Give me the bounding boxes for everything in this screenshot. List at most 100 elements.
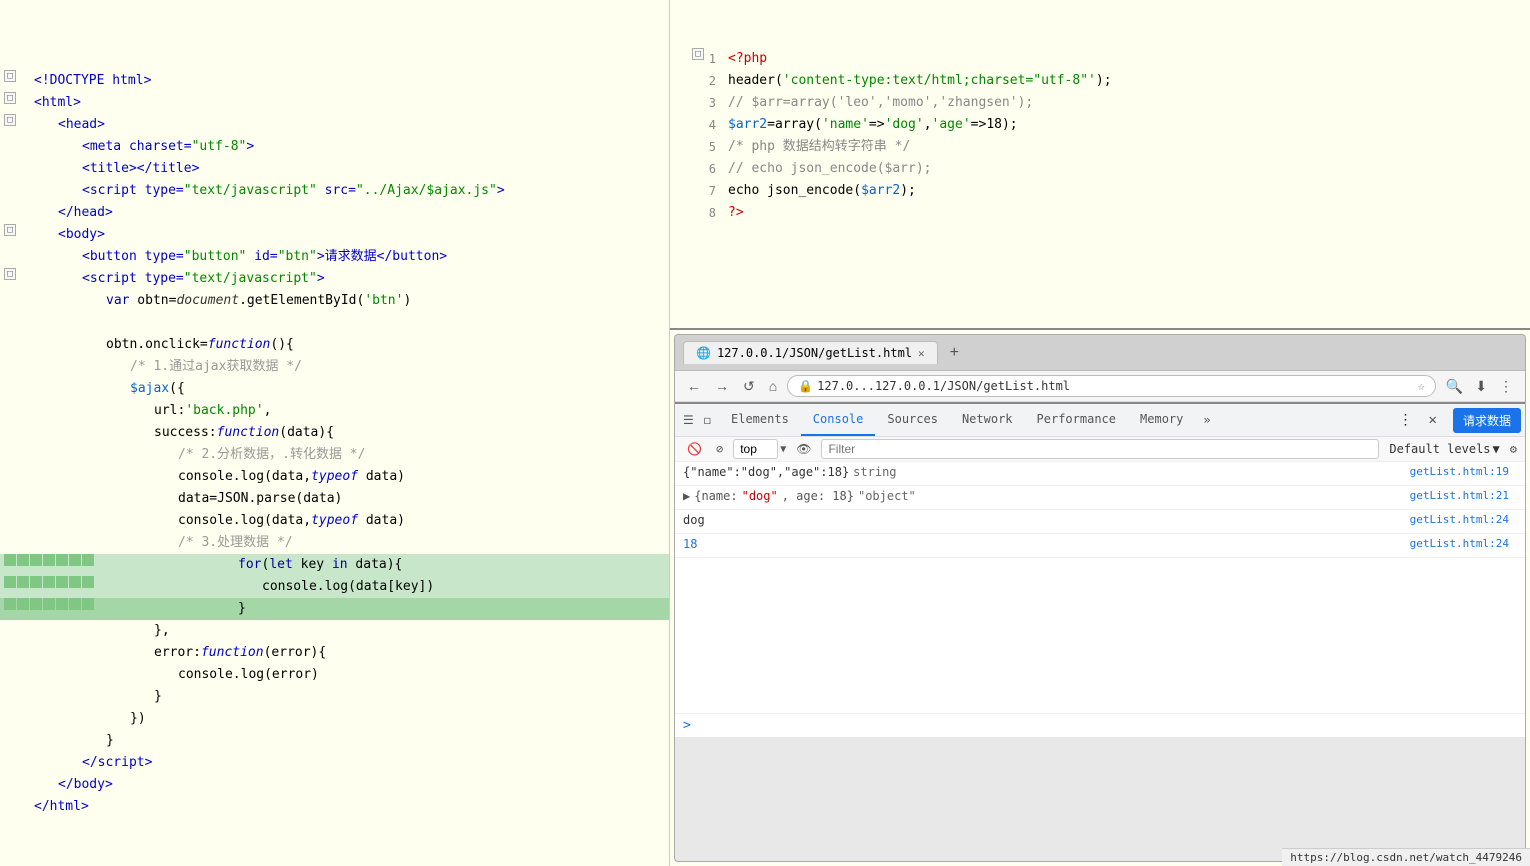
forward-button[interactable]: →	[711, 376, 733, 396]
filter-input[interactable]	[821, 439, 1379, 459]
no-entry-icon[interactable]: ⊘	[712, 440, 727, 458]
html-code-editor: □<!DOCTYPE html>□<html>□<head><meta char…	[0, 0, 669, 822]
console-message: dog	[683, 513, 1410, 527]
line-content: </html>	[34, 796, 665, 818]
tab-performance[interactable]: Performance	[1025, 404, 1128, 436]
line-number: 7	[704, 180, 724, 202]
devtools-more-button[interactable]: »	[1195, 409, 1218, 431]
php-line-content: /* php 数据结构转字符串 */	[724, 136, 1526, 158]
line-number: 6	[704, 158, 724, 180]
back-button[interactable]: ←	[683, 376, 705, 396]
line-gutter	[4, 554, 94, 566]
tab-console[interactable]: Console	[801, 404, 876, 436]
reload-button[interactable]: ↺	[739, 376, 759, 397]
line-gutter: □	[4, 70, 34, 82]
line-content: </head>	[34, 202, 665, 224]
fold-icon[interactable]: □	[4, 114, 16, 126]
settings-button[interactable]: ⋮	[1495, 376, 1517, 397]
tab-network[interactable]: Network	[950, 404, 1025, 436]
php-line-content: echo json_encode($arr2);	[724, 180, 1526, 202]
devtools-panel: ☰ ◻ Elements Console Sources Network Per…	[675, 402, 1525, 737]
console-row: ▶ {name: "dog", age: 18} "object"getList…	[675, 486, 1525, 510]
browser-window: 🌐 127.0.0.1/JSON/getList.html ✕ + ← → ↺ …	[674, 334, 1526, 862]
devtools-close-button[interactable]: ✕	[1421, 408, 1445, 432]
devtools-menu-icon[interactable]: ⋮	[1395, 408, 1417, 432]
request-data-button[interactable]: 请求数据	[1453, 408, 1521, 433]
line-gutter: □	[4, 92, 34, 104]
line-gutter	[4, 598, 94, 610]
fold-icon[interactable]: □	[4, 268, 16, 280]
php-fold-icon[interactable]: □	[692, 48, 704, 60]
toolbar-icons: 🔍 ⬇ ⋮	[1442, 376, 1517, 397]
console-source-link[interactable]: getList.html:19	[1410, 465, 1517, 478]
line-content: var obtn=document.getElementById('btn')	[34, 290, 665, 312]
home-button[interactable]: ⌂	[765, 376, 781, 396]
line-number: 3	[704, 92, 724, 114]
line-gutter: □	[4, 114, 34, 126]
console-prompt: >	[675, 713, 1525, 737]
device-icon[interactable]: ◻	[700, 409, 715, 431]
line-content: <meta charset="utf-8">	[34, 136, 665, 158]
line-content: console.log(data,typeof data)	[34, 466, 665, 488]
inspect-icon[interactable]: ☰	[679, 409, 698, 431]
search-button[interactable]: 🔍	[1442, 376, 1467, 397]
devtools-actions: ⋮ ✕ 请求数据	[1395, 408, 1521, 433]
line-content: </script>	[34, 752, 665, 774]
tab-title: 127.0.0.1/JSON/getList.html	[717, 346, 912, 360]
tab-close-btn[interactable]: ✕	[918, 347, 925, 360]
tab-memory[interactable]: Memory	[1128, 404, 1195, 436]
line-number: 5	[704, 136, 724, 158]
tab-sources[interactable]: Sources	[875, 404, 950, 436]
line-content: }	[94, 598, 665, 620]
line-number: 1	[704, 48, 724, 70]
console-row: {"name":"dog","age":18} stringgetList.ht…	[675, 462, 1525, 486]
line-content: <html>	[34, 92, 665, 114]
console-row: 18getList.html:24	[675, 534, 1525, 558]
eye-icon[interactable]: 👁	[792, 440, 815, 458]
fold-icon[interactable]: □	[4, 92, 16, 104]
php-line-content: // echo json_encode($arr);	[724, 158, 1526, 180]
fold-icon[interactable]: □	[4, 224, 16, 236]
line-content: obtn.onclick=function(){	[34, 334, 665, 356]
line-content: console.log(data[key])	[94, 576, 665, 598]
line-content: console.log(error)	[34, 664, 665, 686]
tab-elements[interactable]: Elements	[719, 404, 801, 436]
context-selector[interactable]: top	[733, 439, 778, 459]
line-content: console.log(data,typeof data)	[34, 510, 665, 532]
download-button[interactable]: ⬇	[1471, 376, 1491, 397]
line-content: error:function(error){	[34, 642, 665, 664]
clear-console-icon[interactable]: 🚫	[683, 440, 706, 458]
php-line-content: <?php	[724, 48, 1526, 70]
globe-icon: 🌐	[696, 346, 711, 360]
console-message: {"name":"dog","age":18} string	[683, 465, 1410, 479]
console-output: {"name":"dog","age":18} stringgetList.ht…	[675, 462, 1525, 713]
line-number: 4	[704, 114, 724, 136]
selector-arrow-icon: ▼	[780, 444, 786, 455]
line-content: },	[34, 620, 665, 642]
console-source-link[interactable]: getList.html:21	[1410, 489, 1517, 502]
browser-tab[interactable]: 🌐 127.0.0.1/JSON/getList.html ✕	[683, 341, 938, 364]
console-source-link[interactable]: getList.html:24	[1410, 537, 1517, 550]
console-row: doggetList.html:24	[675, 510, 1525, 534]
devtools-tabs: ☰ ◻ Elements Console Sources Network Per…	[675, 404, 1525, 437]
prompt-arrow-icon: >	[683, 718, 691, 733]
line-content: <head>	[34, 114, 665, 136]
levels-arrow-icon: ▼	[1493, 442, 1500, 456]
line-content: <title></title>	[34, 158, 665, 180]
settings-gear-icon[interactable]: ⚙	[1510, 442, 1517, 456]
line-number: 2	[704, 70, 724, 92]
new-tab-button[interactable]: +	[944, 342, 965, 364]
line-content: for(let key in data){	[94, 554, 665, 576]
bottom-url-bar: https://blog.csdn.net/watch_4479246	[1282, 848, 1530, 866]
default-levels-button[interactable]: Default levels ▼	[1385, 440, 1503, 458]
console-message: 18	[683, 537, 1410, 551]
php-line-content: header('content-type:text/html;charset="…	[724, 70, 1526, 92]
console-toolbar: 🚫 ⊘ top ▼ 👁 Default levels ▼ ⚙	[675, 437, 1525, 462]
php-code-panel: □1<?php2header('content-type:text/html;c…	[670, 0, 1530, 330]
address-bar[interactable]: 🔒 127.0...127.0.0.1/JSON/getList.html ☆	[787, 375, 1436, 397]
line-content: /* 1.通过ajax获取数据 */	[34, 356, 665, 378]
fold-icon[interactable]: □	[4, 70, 16, 82]
line-content: </body>	[34, 774, 665, 796]
php-code-editor: □1<?php2header('content-type:text/html;c…	[670, 0, 1530, 228]
console-source-link[interactable]: getList.html:24	[1410, 513, 1517, 526]
